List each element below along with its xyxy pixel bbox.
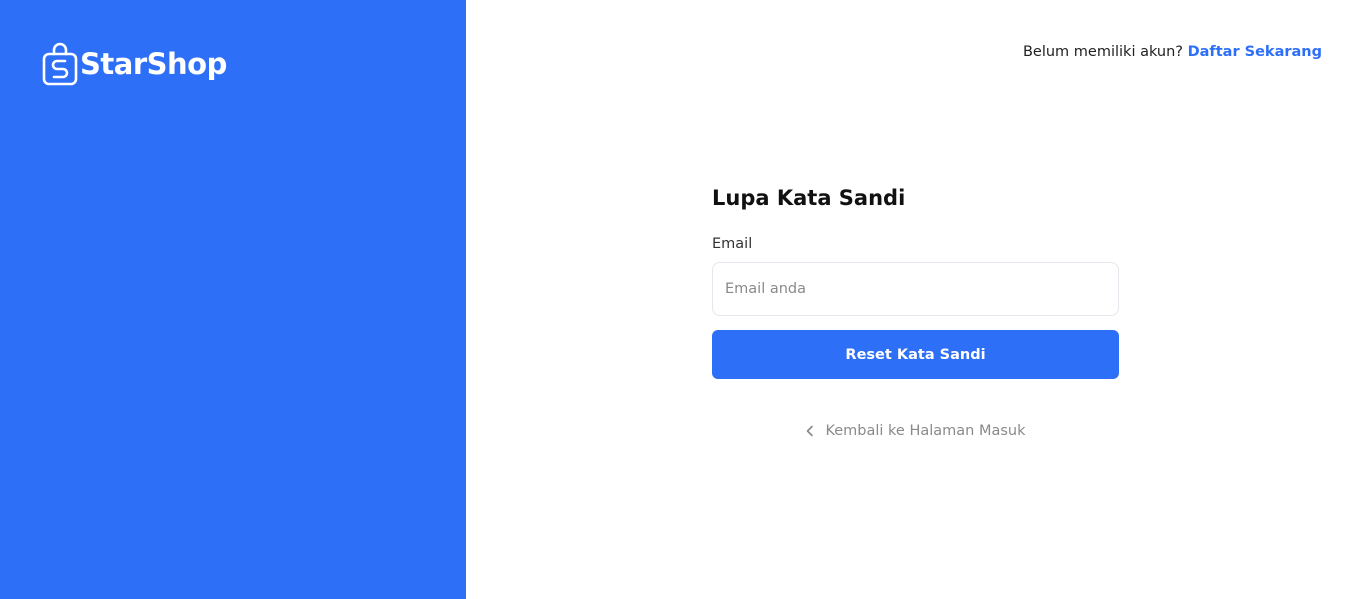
brand-panel: StarShop — [0, 0, 466, 599]
back-to-login-link[interactable]: Kembali ke Halaman Masuk — [712, 423, 1119, 439]
signup-link[interactable]: Daftar Sekarang — [1188, 44, 1322, 60]
form-panel: Belum memiliki akun? Daftar Sekarang Lup… — [466, 0, 1366, 599]
shopping-bag-s-icon — [42, 42, 78, 86]
forgot-password-page: StarShop Belum memiliki akun? Daftar Sek… — [0, 0, 1366, 599]
back-to-login-label: Kembali ke Halaman Masuk — [825, 423, 1026, 439]
page-title: Lupa Kata Sandi — [712, 186, 906, 210]
email-field[interactable] — [712, 262, 1119, 316]
chevron-left-icon — [805, 425, 815, 437]
brand-logo[interactable]: StarShop — [42, 42, 227, 86]
signup-prompt-text: Belum memiliki akun? — [1022, 44, 1183, 60]
email-label: Email — [712, 236, 753, 252]
signup-prompt: Belum memiliki akun? Daftar Sekarang — [1023, 44, 1322, 60]
brand-name: StarShop — [80, 46, 227, 81]
reset-password-form: Lupa Kata Sandi Email Reset Kata Sandi K… — [712, 186, 1119, 439]
reset-password-button[interactable]: Reset Kata Sandi — [712, 330, 1119, 379]
